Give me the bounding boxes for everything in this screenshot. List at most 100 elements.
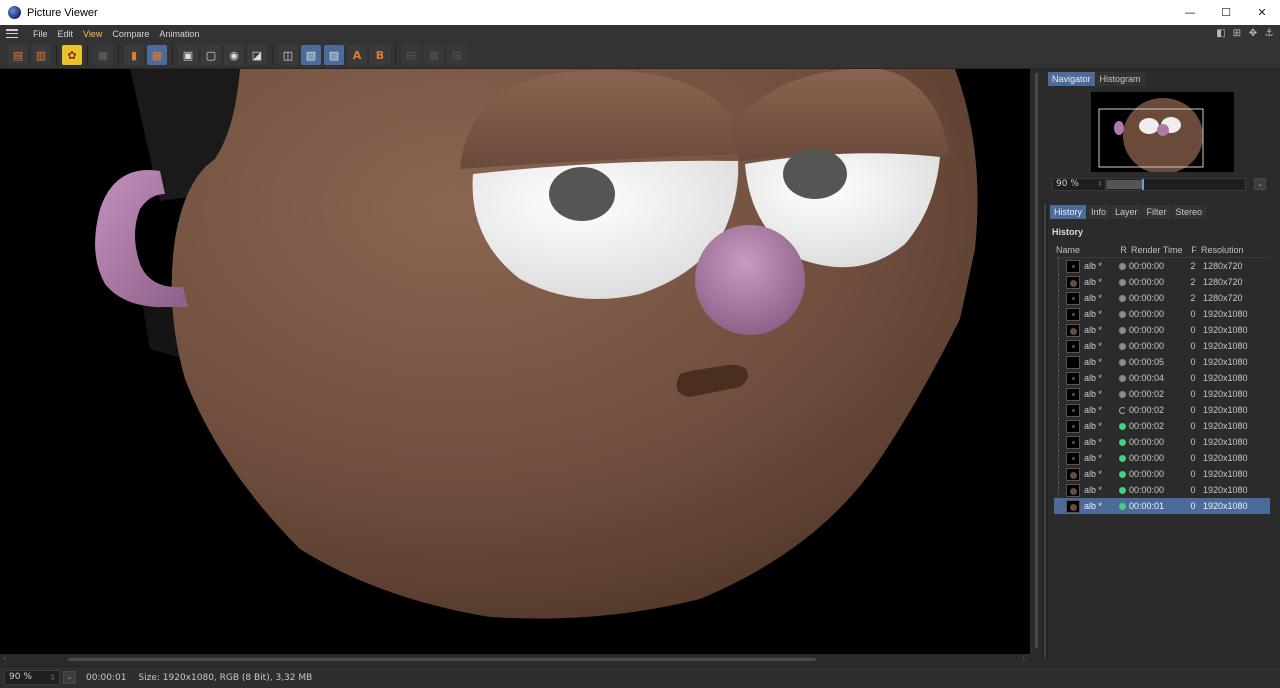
row-name-cell: alb * <box>1054 466 1116 482</box>
row-status-cell <box>1116 294 1129 302</box>
move-icon[interactable]: ✥ <box>1248 28 1258 39</box>
set-a-icon[interactable]: A <box>347 45 367 65</box>
col-render-time[interactable]: Render Time <box>1129 245 1187 255</box>
history-row[interactable]: alb * 00:00:00 2 1280x720 <box>1054 290 1270 306</box>
image-viewport[interactable] <box>0 69 1030 654</box>
col-f[interactable]: F <box>1187 245 1199 255</box>
viewport-vertical-scrollbar[interactable] <box>1032 69 1042 654</box>
row-name-cell: alb * <box>1054 338 1116 354</box>
tree-line <box>1058 290 1066 306</box>
history-row[interactable]: alb * 00:00:00 2 1280x720 <box>1054 258 1270 274</box>
scroll-right-icon[interactable]: › <box>1022 654 1025 663</box>
history-row[interactable]: alb * 00:00:00 0 1920x1080 <box>1054 434 1270 450</box>
frames-icon[interactable]: ▮ <box>124 45 144 65</box>
menu-edit[interactable]: Edit <box>53 29 79 39</box>
swap-icon[interactable]: ⊟ <box>401 45 421 65</box>
zoom-fit-icon[interactable]: ◉ <box>224 45 244 65</box>
navigator-preview[interactable] <box>1091 92 1234 172</box>
render-thumbnail <box>1066 291 1080 305</box>
split-a-icon[interactable]: ▧ <box>301 45 321 65</box>
channel-icon[interactable]: ◪ <box>247 45 267 65</box>
row-name-cell: alb * <box>1054 402 1116 418</box>
history-row[interactable]: alb * 00:00:02 0 1920x1080 <box>1054 402 1270 418</box>
fit-icon[interactable]: ▣ <box>178 45 198 65</box>
spinner-icon[interactable]: ⇕ <box>1097 179 1103 190</box>
tab-histogram[interactable]: Histogram <box>1095 72 1145 86</box>
tree-line <box>1058 402 1066 418</box>
zoom-field[interactable]: 90 % ⇕ <box>4 670 60 685</box>
stop-icon[interactable]: ■ <box>93 45 113 65</box>
scroll-left-icon[interactable]: ‹ <box>3 654 6 663</box>
maximize-button[interactable]: ☐ <box>1208 0 1244 25</box>
pin-icon[interactable]: ⚓ <box>1264 28 1274 39</box>
layers-icon[interactable]: ▦ <box>147 45 167 65</box>
history-row[interactable]: alb * 00:00:00 0 1920x1080 <box>1054 306 1270 322</box>
render-status-icon <box>1119 422 1126 430</box>
history-row[interactable]: alb * 00:00:00 2 1280x720 <box>1054 274 1270 290</box>
row-name-cell: alb * <box>1054 306 1116 322</box>
history-row[interactable]: alb * 00:00:02 0 1920x1080 <box>1054 386 1270 402</box>
history-row[interactable]: alb * 00:00:02 0 1920x1080 <box>1054 418 1270 434</box>
menu-view[interactable]: View <box>78 29 107 39</box>
row-name-cell: alb * <box>1054 498 1116 514</box>
render-settings-icon[interactable]: ✿ <box>62 45 82 65</box>
panel-layout-icon[interactable]: ◧ <box>1216 28 1226 39</box>
ab-compare-icon[interactable]: ◫ <box>278 45 298 65</box>
row-frames: 0 <box>1190 389 1196 399</box>
menu-animation[interactable]: Animation <box>154 29 204 39</box>
history-row[interactable]: alb * 00:00:00 0 1920x1080 <box>1054 466 1270 482</box>
nose-shape <box>695 225 805 335</box>
viewport-horizontal-scrollbar[interactable]: ‹ › <box>0 654 1032 666</box>
zoom-dropdown-icon[interactable]: ⌄ <box>1254 178 1266 190</box>
toolbar-divider <box>118 45 119 65</box>
tab-filter[interactable]: Filter <box>1142 205 1171 219</box>
menu-compare[interactable]: Compare <box>107 29 154 39</box>
tab-navigator[interactable]: Navigator <box>1048 72 1095 86</box>
row-status-cell <box>1116 406 1129 414</box>
fit-screen-icon[interactable]: ▢ <box>201 45 221 65</box>
new-window-icon[interactable]: ⊞ <box>1232 28 1242 39</box>
hamburger-menu-icon[interactable] <box>6 29 18 38</box>
col-name[interactable]: Name <box>1054 245 1116 255</box>
tree-line <box>1058 354 1066 370</box>
history-panel-scrollbar[interactable] <box>1042 199 1048 659</box>
save-icon[interactable]: ▥ <box>31 45 51 65</box>
row-resolution: 1920x1080 <box>1203 453 1248 463</box>
render-status-icon <box>1119 262 1126 270</box>
tab-stereo[interactable]: Stereo <box>1171 205 1207 219</box>
row-frames: 0 <box>1190 325 1196 335</box>
render-thumbnail <box>1066 307 1080 321</box>
row-name-cell: alb * <box>1054 354 1116 370</box>
open-icon[interactable]: ▤ <box>8 45 28 65</box>
diff-icon[interactable]: ⊠ <box>424 45 444 65</box>
tab-info[interactable]: Info <box>1087 205 1111 219</box>
split-b-icon[interactable]: ▨ <box>324 45 344 65</box>
render-status-icon <box>1119 294 1126 302</box>
menu-file[interactable]: File <box>28 29 53 39</box>
history-row[interactable]: alb * 00:00:00 0 1920x1080 <box>1054 482 1270 498</box>
navigator-zoom-field[interactable]: 90 % ⇕ <box>1052 177 1107 191</box>
history-row[interactable]: alb * 00:00:05 0 1920x1080 <box>1054 354 1270 370</box>
close-button[interactable]: ✕ <box>1244 0 1280 25</box>
col-resolution[interactable]: Resolution <box>1199 245 1270 255</box>
minimize-button[interactable]: — <box>1172 0 1208 25</box>
zoom-dropdown-icon[interactable]: ⌄ <box>63 671 76 684</box>
tab-layer[interactable]: Layer <box>1111 205 1142 219</box>
tree-line <box>1058 370 1066 386</box>
col-r[interactable]: R <box>1116 245 1129 255</box>
navigator-zoom-slider[interactable] <box>1106 177 1247 191</box>
history-row[interactable]: alb * 00:00:01 0 1920x1080 <box>1054 498 1270 514</box>
navigator-thumbnail <box>1098 98 1204 172</box>
tree-line <box>1058 338 1066 354</box>
history-row[interactable]: alb * 00:00:00 0 1920x1080 <box>1054 322 1270 338</box>
spinner-icon[interactable]: ⇕ <box>49 671 56 684</box>
tree-line <box>1058 498 1066 514</box>
zoom-slider-knob[interactable] <box>1142 178 1145 190</box>
set-b-icon[interactable]: B <box>370 45 390 65</box>
history-row[interactable]: alb * 00:00:00 0 1920x1080 <box>1054 338 1270 354</box>
tab-history[interactable]: History <box>1050 205 1087 219</box>
navigator-zoom-value: 90 % <box>1056 178 1079 189</box>
history-row[interactable]: alb * 00:00:04 0 1920x1080 <box>1054 370 1270 386</box>
history-row[interactable]: alb * 00:00:00 0 1920x1080 <box>1054 450 1270 466</box>
crop-icon[interactable]: ⊡ <box>447 45 467 65</box>
